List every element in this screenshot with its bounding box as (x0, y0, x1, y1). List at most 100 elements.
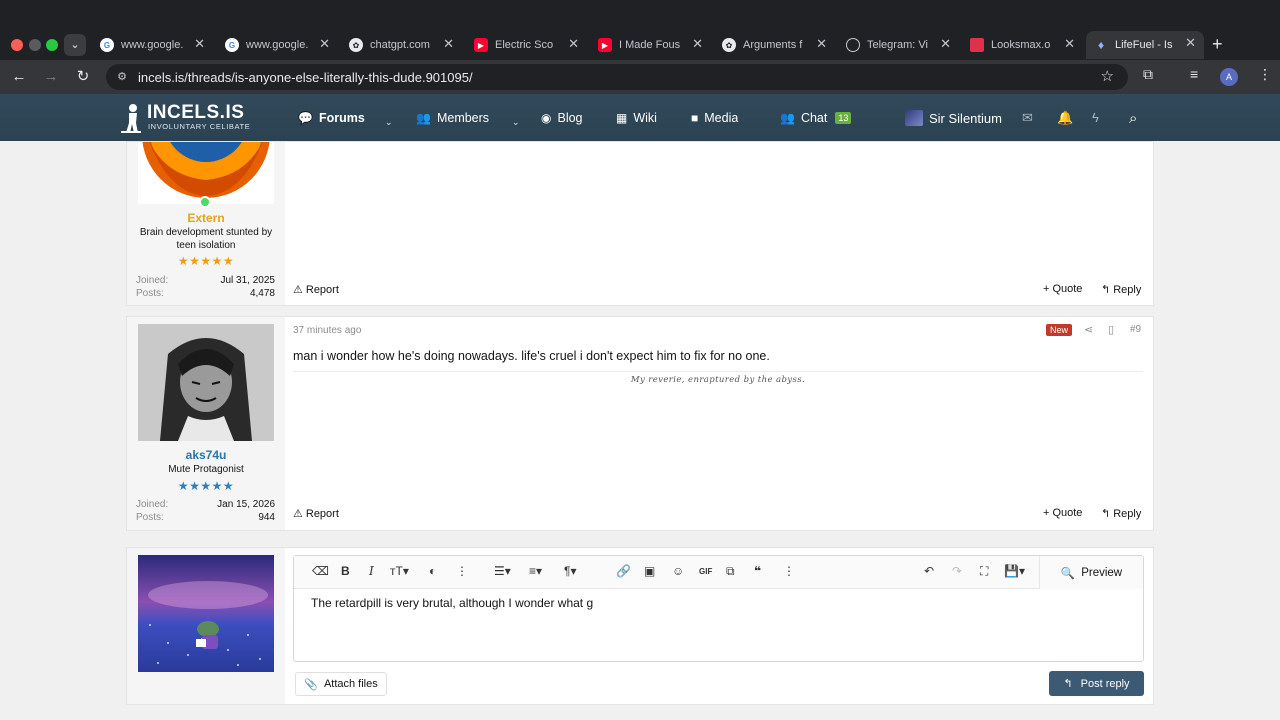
browser-tab-6[interactable]: ✿ Arguments f ✕ (722, 32, 827, 58)
fullscreen-icon[interactable]: ⛶ (980, 564, 988, 579)
close-tab-icon[interactable]: ✕ (940, 36, 951, 52)
avatar[interactable] (138, 555, 274, 672)
minimize-window-button[interactable] (29, 39, 41, 51)
close-window-button[interactable] (11, 39, 23, 51)
close-tab-icon[interactable]: ✕ (568, 36, 579, 52)
google-icon: G (225, 38, 239, 52)
gif-icon[interactable]: GIF (699, 567, 712, 576)
reply-text-input[interactable]: The retardpill is very brutal, although … (311, 596, 593, 610)
palette-icon[interactable]: ◐ (429, 564, 436, 578)
reload-icon[interactable]: ↻ (72, 66, 94, 88)
account-menu[interactable]: Sir Silentium (905, 110, 1002, 126)
reply-button[interactable]: ↰ Reply (1101, 507, 1141, 521)
openai-icon: ✿ (722, 38, 736, 52)
search-icon[interactable]: ⌕ (1129, 110, 1137, 127)
forward-arrow-icon[interactable]: → (40, 66, 62, 88)
tab-title: I Made Fous (619, 39, 681, 51)
close-tab-icon[interactable]: ✕ (1064, 36, 1075, 52)
paragraph-icon[interactable]: ¶▾ (564, 564, 576, 578)
new-tab-button[interactable]: + (1212, 34, 1223, 55)
lightning-icon[interactable]: ϟ (1092, 110, 1099, 125)
chevron-down-icon[interactable]: ⌄ (512, 117, 520, 128)
site-logo-title[interactable]: INCELS.IS (147, 102, 244, 124)
browser-tab-5[interactable]: ▶ I Made Fous ✕ (598, 32, 703, 58)
tab-title: Telegram: Vi (867, 39, 928, 51)
post-timestamp[interactable]: 37 minutes ago (293, 325, 361, 336)
undo-icon[interactable]: ↶ (924, 564, 934, 578)
close-tab-icon[interactable]: ✕ (692, 36, 703, 52)
avatar[interactable] (138, 324, 274, 441)
incels-icon: ♦ (1097, 38, 1105, 52)
reply-button[interactable]: ↰ Reply (1101, 283, 1141, 297)
browser-tab-1[interactable]: G www.google. ✕ (100, 32, 205, 58)
browser-tab-4[interactable]: ▶ Electric Sco ✕ (474, 32, 579, 58)
tab-search-button[interactable]: ⌄ (64, 34, 86, 56)
maximize-window-button[interactable] (46, 39, 58, 51)
browser-tab-active[interactable]: ♦ LifeFuel - Is ✕ (1086, 31, 1204, 59)
posts-label: Posts: (136, 288, 164, 299)
italic-icon[interactable]: I (369, 564, 374, 578)
post-number-link[interactable]: #9 (1130, 324, 1141, 335)
nav-members[interactable]: 👥 Members (416, 111, 489, 125)
text-size-icon[interactable]: тT▾ (390, 564, 409, 578)
image-icon[interactable]: ▣ (644, 564, 655, 578)
address-bar[interactable]: ⚙ incels.is/threads/is-anyone-else-liter… (106, 64, 1128, 90)
tab-title: www.google. (121, 39, 184, 51)
username-label: Sir Silentium (929, 110, 1002, 126)
attach-files-button[interactable]: 📎 Attach files (295, 672, 387, 696)
list-icon[interactable]: ☰▾ (494, 564, 511, 578)
paperclip-icon: 📎 (304, 678, 318, 691)
quote-button[interactable]: + Quote (1043, 283, 1082, 295)
browser-menu-icon[interactable]: ⋮ (1258, 66, 1272, 83)
close-tab-icon[interactable]: ✕ (319, 36, 330, 52)
post-aks74u: aks74u Mute Protagonist ★★★★★ Joined: Ja… (126, 316, 1154, 531)
quote-label: Quote (1052, 507, 1083, 519)
browser-tab-3[interactable]: ✿ chatgpt.com ✕ (349, 32, 454, 58)
site-info-icon[interactable]: ⚙ (114, 69, 130, 85)
avatar[interactable] (138, 142, 274, 204)
envelope-icon[interactable]: ✉ (1022, 110, 1033, 126)
back-arrow-icon[interactable]: ← (8, 66, 30, 88)
save-draft-icon[interactable]: 💾▾ (1004, 564, 1025, 578)
preview-button[interactable]: 🔍 Preview (1039, 556, 1143, 589)
post-username[interactable]: Extern (127, 211, 285, 225)
close-tab-icon[interactable]: ✕ (443, 36, 454, 52)
more-options-icon[interactable]: ⋮ (783, 564, 795, 578)
browser-tab-7[interactable]: Telegram: Vi ✕ (846, 32, 951, 58)
close-tab-icon[interactable]: ✕ (1185, 35, 1196, 51)
profile-avatar[interactable]: A (1220, 68, 1238, 86)
report-button[interactable]: ⚠ Report (293, 283, 339, 297)
close-tab-icon[interactable]: ✕ (816, 36, 827, 52)
align-icon[interactable]: ≡▾ (529, 564, 542, 578)
nav-wiki[interactable]: ▦ Wiki (616, 111, 657, 125)
quote-button[interactable]: + Quote (1043, 507, 1082, 519)
browser-tab-8[interactable]: Looksmax.o ✕ (970, 32, 1075, 58)
nav-label: Members (436, 111, 490, 125)
user-posts-row: Posts: 944 (136, 512, 275, 523)
nav-blog[interactable]: ◉ Blog (541, 111, 583, 125)
smiley-icon[interactable]: ☺ (672, 564, 684, 578)
quote-icon[interactable]: ❝ (754, 564, 761, 578)
nav-forums[interactable]: 💬 Forums (298, 111, 365, 125)
eraser-icon[interactable]: ⌫ (312, 564, 329, 578)
link-icon[interactable]: 🔗 (616, 564, 631, 578)
bell-icon[interactable]: 🔔 (1057, 110, 1073, 126)
media-icon[interactable]: ⧉ (726, 564, 735, 579)
extensions-icon[interactable]: ⧉ (1143, 66, 1153, 83)
nav-media[interactable]: ■ Media (691, 111, 738, 125)
share-icon[interactable]: ⋖ (1084, 323, 1093, 336)
post-username[interactable]: aks74u (127, 448, 285, 462)
post-content: ⚠ Report + Quote ↰ Reply (285, 142, 1153, 305)
post-reply-button[interactable]: ↰ Post reply (1049, 671, 1144, 696)
bookmark-star-icon[interactable]: ☆ (1101, 67, 1114, 85)
bookmark-icon[interactable]: ▯ (1108, 323, 1114, 336)
reading-list-icon[interactable]: ≡ (1190, 66, 1198, 82)
browser-tab-2[interactable]: G www.google. ✕ (225, 32, 330, 58)
nav-chat[interactable]: 👥 Chat 13 (780, 111, 852, 125)
report-button[interactable]: ⚠ Report (293, 507, 339, 521)
chevron-down-icon[interactable]: ⌄ (385, 117, 393, 128)
more-options-icon[interactable]: ⋮ (456, 564, 468, 578)
close-tab-icon[interactable]: ✕ (194, 36, 205, 52)
redo-icon[interactable]: ↷ (952, 564, 962, 578)
bold-icon[interactable]: B (341, 564, 350, 578)
